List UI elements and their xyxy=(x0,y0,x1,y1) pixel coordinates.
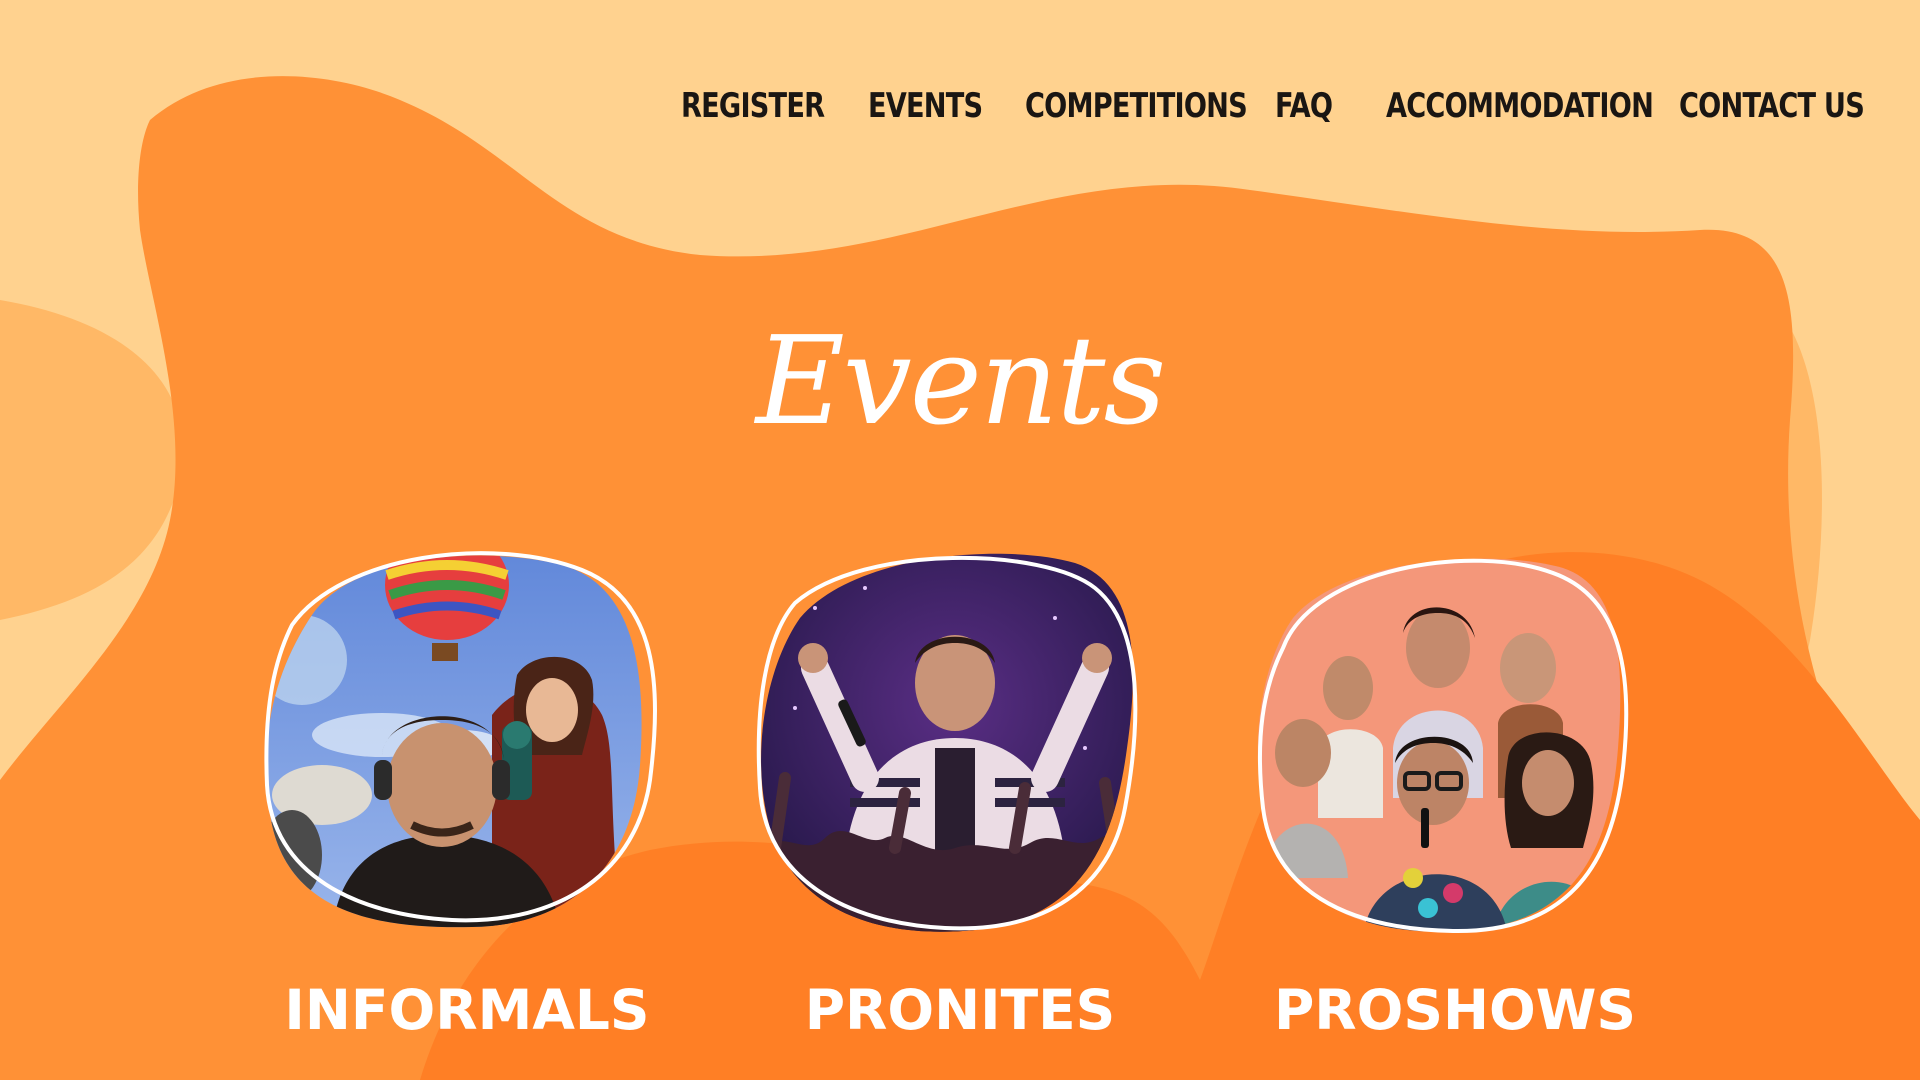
nav-register-link[interactable]: REGISTER xyxy=(681,86,825,126)
top-nav: REGISTER EVENTS COMPETITIONS FAQ ACCOMMO… xyxy=(0,86,1920,136)
event-label-proshows[interactable]: PROSHOWS xyxy=(1250,978,1660,1042)
event-label-pronites[interactable]: PRONITES xyxy=(755,978,1165,1042)
nav-events-link[interactable]: EVENTS xyxy=(868,86,983,126)
nav-contact-us-link[interactable]: CONTACT US xyxy=(1679,86,1865,126)
page-title: Events xyxy=(755,310,1166,452)
event-card-proshows[interactable] xyxy=(1253,548,1633,938)
event-label-informals[interactable]: INFORMALS xyxy=(262,978,672,1042)
event-card-informals[interactable] xyxy=(262,535,662,935)
events-page: REGISTER EVENTS COMPETITIONS FAQ ACCOMMO… xyxy=(0,0,1920,1080)
proshows-image xyxy=(1257,558,1629,934)
pronites-image xyxy=(756,553,1138,932)
informals-image xyxy=(264,551,657,928)
nav-faq-link[interactable]: FAQ xyxy=(1275,86,1333,126)
event-card-pronites[interactable] xyxy=(755,548,1150,938)
nav-accommodation-link[interactable]: ACCOMMODATION xyxy=(1386,86,1654,126)
nav-competitions-link[interactable]: COMPETITIONS xyxy=(1025,86,1248,126)
